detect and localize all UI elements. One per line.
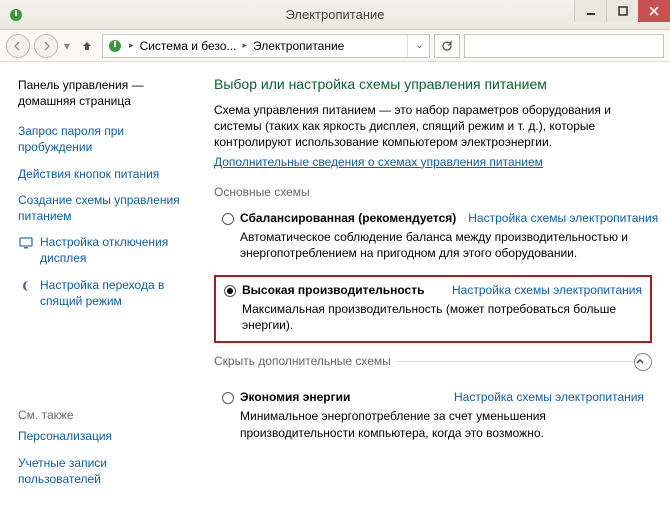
chevron-right-icon: ▸ [129,40,134,51]
sidebar: Панель управления — домашняя страница За… [0,62,196,505]
sidebar-item-label[interactable]: Настройка отключения дисплея [40,234,184,266]
plan-name[interactable]: Экономия энергии [240,390,350,404]
plan-desc: Максимальная производительность (может п… [242,301,642,333]
moon-icon [18,277,34,309]
breadcrumb[interactable]: ▸ Система и безо... ▸ Электропитание ⌄ [102,34,430,58]
plan-desc: Автоматическое соблюдение баланса между … [240,229,644,261]
sidebar-item-label[interactable]: Настройка перехода в спящий режим [40,277,184,309]
radio-power-saver[interactable] [222,392,234,404]
sidebar-item-buttons[interactable]: Действия кнопок питания [18,166,184,182]
sidebar-item-sleep[interactable]: Настройка перехода в спящий режим [18,277,184,309]
config-link-power-saver[interactable]: Настройка схемы электропитания [454,390,644,404]
section-basic-plans: Основные схемы [214,183,652,199]
collapse-toggle[interactable] [634,353,652,371]
breadcrumb-item-system[interactable]: Система и безо... [140,39,237,53]
maximize-button[interactable] [606,0,638,22]
sidebar-item-create-plan[interactable]: Создание схемы управления питанием [18,192,184,224]
main-content: Выбор или настройка схемы управления пит… [196,62,670,505]
monitor-icon [18,234,34,266]
see-also-personalization[interactable]: Персонализация [18,428,184,444]
control-panel-icon [107,38,123,54]
section-additional-plans: Скрыть дополнительные схемы [214,361,652,378]
more-info-link[interactable]: Дополнительные сведения о схемах управле… [214,155,543,169]
breadcrumb-dropdown-icon[interactable]: ⌄ [407,35,425,57]
config-link-balanced[interactable]: Настройка схемы электропитания [468,211,658,225]
see-also-user-accounts[interactable]: Учетные записи пользователей [18,455,184,487]
radio-balanced[interactable] [222,213,234,225]
plan-name[interactable]: Сбалансированная (рекомендуется) [240,211,456,225]
page-title: Выбор или настройка схемы управления пит… [214,76,652,92]
plan-desc: Минимальное энергопотребление за счет ум… [240,408,644,440]
section-label-text: Скрыть дополнительные схемы [214,354,397,368]
plan-balanced: Сбалансированная (рекомендуется) Настрой… [214,205,652,269]
window-title: Электропитание [0,7,670,22]
up-button[interactable] [76,35,98,57]
plan-name[interactable]: Высокая производительность [242,283,424,297]
minimize-button[interactable] [574,0,606,22]
config-link-high-perf[interactable]: Настройка схемы электропитания [452,283,642,297]
titlebar: Электропитание [0,0,670,30]
see-also-label: См. также [18,408,184,422]
plan-high-performance: Высокая производительность Настройка схе… [214,275,652,343]
control-panel-home[interactable]: Панель управления — домашняя страница [18,78,184,109]
radio-high-perf[interactable] [224,285,236,297]
sidebar-item-display-off[interactable]: Настройка отключения дисплея [18,234,184,266]
search-input[interactable] [464,34,664,58]
navbar: ▾ ▸ Система и безо... ▸ Электропитание ⌄ [0,30,670,62]
window-controls [574,0,670,22]
section-label-text: Основные схемы [214,185,316,199]
content-body: Панель управления — домашняя страница За… [0,62,670,505]
history-dropdown-icon[interactable]: ▾ [64,39,70,53]
refresh-button[interactable] [434,34,460,58]
see-also-section: См. также Персонализация Учетные записи … [18,408,184,497]
chevron-right-icon: ▸ [242,40,247,51]
back-button[interactable] [6,34,30,58]
plan-power-saver: Экономия энергии Настройка схемы электро… [214,384,652,448]
power-options-icon [8,7,24,23]
forward-button[interactable] [34,34,58,58]
close-button[interactable] [638,0,670,22]
intro-text: Схема управления питанием — это набор па… [214,102,652,151]
sidebar-item-password[interactable]: Запрос пароля при пробуждении [18,123,184,155]
breadcrumb-item-power[interactable]: Электропитание [253,39,344,53]
